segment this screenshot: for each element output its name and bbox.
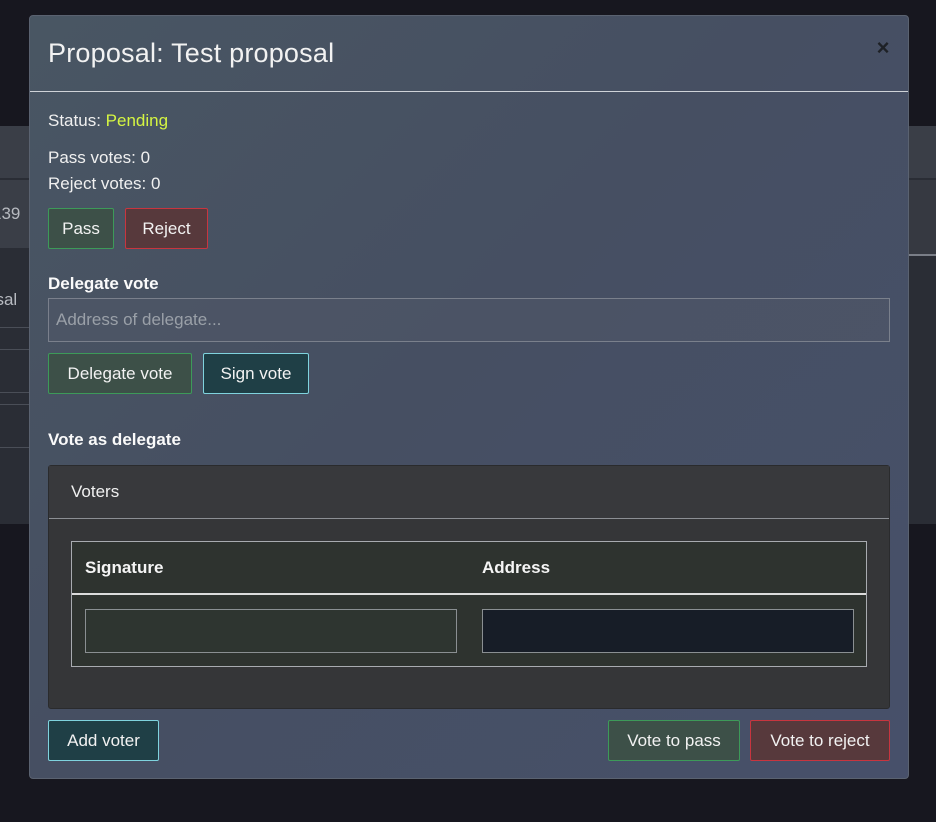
- background-divider: [0, 327, 30, 328]
- status-line: Status: Pending: [48, 111, 168, 131]
- background-divider: [0, 349, 30, 350]
- modal-body: Status: Pending Pass votes: 0 Reject vot…: [30, 92, 908, 449]
- background-table-header: [0, 126, 30, 178]
- signature-column-header: Signature: [85, 558, 164, 577]
- proposal-modal: Proposal: Test proposal × Status: Pendin…: [29, 15, 909, 779]
- status-badge: Pending: [105, 111, 169, 130]
- address-input[interactable]: [482, 609, 854, 653]
- vote-to-pass-button[interactable]: Vote to pass: [608, 720, 740, 761]
- signature-input[interactable]: [85, 609, 457, 653]
- voters-card: Voters Signature Address: [48, 465, 890, 709]
- reject-button[interactable]: Reject: [125, 208, 208, 249]
- background-table-header-right: [908, 126, 936, 178]
- add-voter-button[interactable]: Add voter: [48, 720, 159, 761]
- modal-title: Proposal: Test proposal: [48, 38, 335, 68]
- voters-table-header: Signature Address: [72, 542, 866, 595]
- background-cell: osal: [0, 290, 18, 309]
- delegate-address-placeholder: Address of delegate...: [56, 310, 222, 329]
- voters-table: Signature Address: [71, 541, 867, 667]
- background-divider: [0, 404, 30, 405]
- address-column-header: Address: [482, 558, 551, 577]
- vote-as-delegate-label: Vote as delegate: [48, 430, 181, 449]
- delegate-vote-button[interactable]: Delegate vote: [48, 353, 192, 394]
- status-label: Status:: [48, 111, 101, 130]
- delegate-address-input[interactable]: Address of delegate...: [48, 298, 890, 342]
- background-divider: [908, 254, 936, 256]
- sign-vote-button[interactable]: Sign vote: [203, 353, 309, 394]
- modal-header: Proposal: Test proposal ×: [30, 16, 908, 92]
- close-icon[interactable]: ×: [874, 36, 892, 60]
- background-divider: [0, 447, 30, 448]
- background-divider: [0, 392, 30, 393]
- vote-to-reject-button[interactable]: Vote to reject: [750, 720, 890, 761]
- background-side-panel: [908, 180, 936, 255]
- background-cell: 139: [0, 180, 30, 248]
- pass-button[interactable]: Pass: [48, 208, 114, 249]
- delegate-vote-label: Delegate vote: [48, 274, 159, 293]
- reject-votes-count: Reject votes: 0: [48, 174, 161, 193]
- voters-card-header: Voters: [49, 466, 889, 519]
- pass-votes-count: Pass votes: 0: [48, 148, 151, 167]
